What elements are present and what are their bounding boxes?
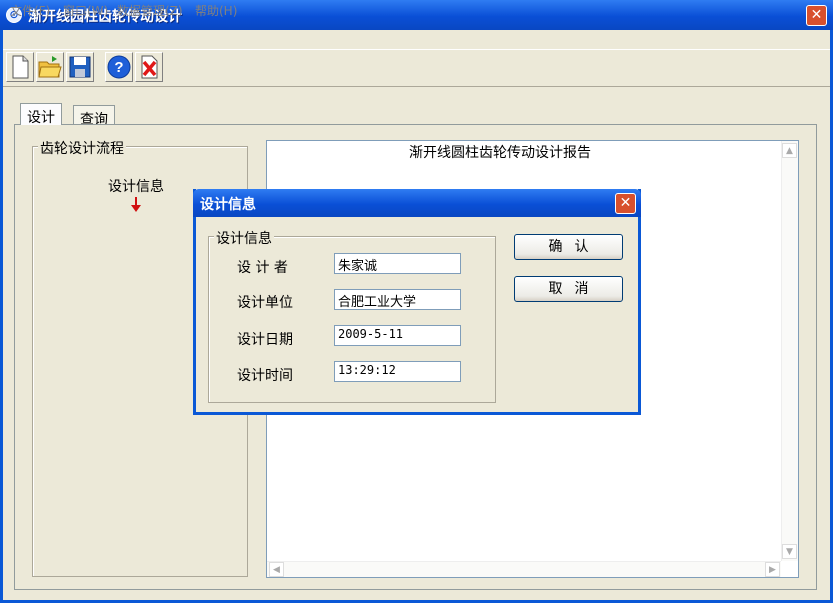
delete-icon: [141, 55, 158, 79]
organization-field[interactable]: 合肥工业大学: [334, 289, 461, 310]
svg-text:?: ?: [114, 59, 123, 76]
report-title: 渐开线圆柱齿轮传动设计报告: [409, 145, 591, 161]
tab-design[interactable]: 设计: [20, 103, 62, 126]
help-icon: ?: [107, 55, 131, 79]
delete-button[interactable]: [135, 52, 163, 82]
horizontal-scrollbar[interactable]: [267, 561, 781, 577]
scroll-right-icon[interactable]: ▶: [765, 562, 780, 577]
save-icon: [69, 56, 91, 78]
cancel-button[interactable]: 取消: [514, 276, 623, 302]
tab-query[interactable]: 查询: [73, 105, 115, 128]
menu-window[interactable]: 窗口(W): [63, 2, 108, 19]
help-button[interactable]: ?: [105, 52, 133, 82]
organization-label: 设计单位: [237, 295, 293, 311]
designer-label: 设 计 者: [237, 260, 288, 276]
design-date-field[interactable]: 2009-5-11: [334, 325, 461, 346]
designer-field[interactable]: 朱家诚: [334, 253, 461, 274]
design-date-label: 设计日期: [237, 332, 293, 348]
menu-help[interactable]: 帮助(H): [195, 2, 237, 19]
arrow-down-icon: [131, 197, 141, 212]
open-folder-icon: [38, 56, 62, 78]
flow-step-label[interactable]: 设计信息: [108, 176, 164, 196]
scroll-left-icon[interactable]: ◀: [269, 562, 284, 577]
open-button[interactable]: [36, 52, 64, 82]
dialog-close-button[interactable]: ✕: [615, 193, 636, 214]
scroll-down-icon[interactable]: ▼: [782, 544, 797, 559]
save-button[interactable]: [66, 52, 94, 82]
design-time-field[interactable]: 13:29:12: [334, 361, 461, 382]
new-file-button[interactable]: [6, 52, 34, 82]
menu-data-management[interactable]: 数据管理(Z): [117, 2, 183, 19]
close-button[interactable]: ✕: [806, 5, 827, 26]
ok-button[interactable]: 确认: [514, 234, 623, 260]
dialog-title: 设计信息: [200, 197, 256, 213]
vertical-scrollbar[interactable]: [781, 141, 798, 561]
flow-group-label: 齿轮设计流程: [38, 138, 126, 158]
dialog-group-label: 设计信息: [214, 228, 274, 248]
design-time-label: 设计时间: [237, 368, 293, 384]
scroll-up-icon[interactable]: ▲: [782, 143, 797, 158]
menu-file[interactable]: 文件(F): [10, 2, 50, 19]
menu-bar: [3, 30, 830, 49]
dialog-title-bar[interactable]: [193, 189, 641, 217]
new-file-icon: [12, 55, 29, 79]
